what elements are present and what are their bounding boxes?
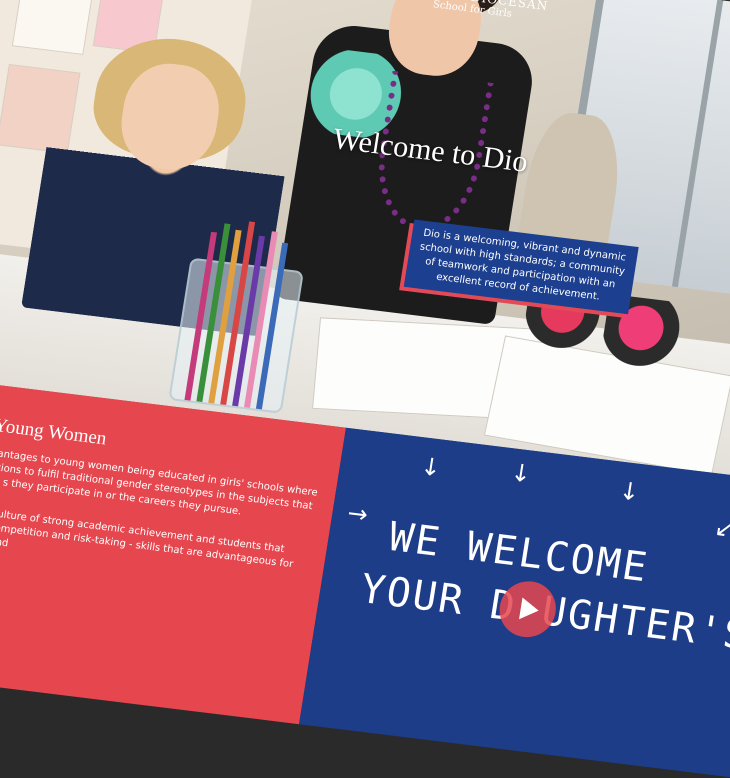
- feature-panel: ating Young Women many advantages to you…: [0, 376, 346, 725]
- chalk-arrow-icon: ↙: [712, 513, 730, 544]
- window-frame: [671, 0, 724, 288]
- page: WAIKATO DIOCESAN School for Girls Welcom…: [0, 0, 730, 778]
- chalk-arrow-icon: ↓: [418, 452, 444, 483]
- pencil-jar: [168, 221, 304, 414]
- feature-heading: ating Young Women: [0, 410, 108, 450]
- chalk-arrow-icon: ↓: [508, 458, 534, 489]
- play-icon: [519, 597, 541, 622]
- chalk-arrow-icon: ↓: [617, 476, 642, 507]
- chalk-arrow-icon: →: [345, 498, 370, 529]
- video-panel[interactable]: ↓ ↓ ↓ → ↙ WE WELCOME YOUR D UGHTER'S: [299, 427, 730, 778]
- fashion-sketch: [11, 0, 98, 55]
